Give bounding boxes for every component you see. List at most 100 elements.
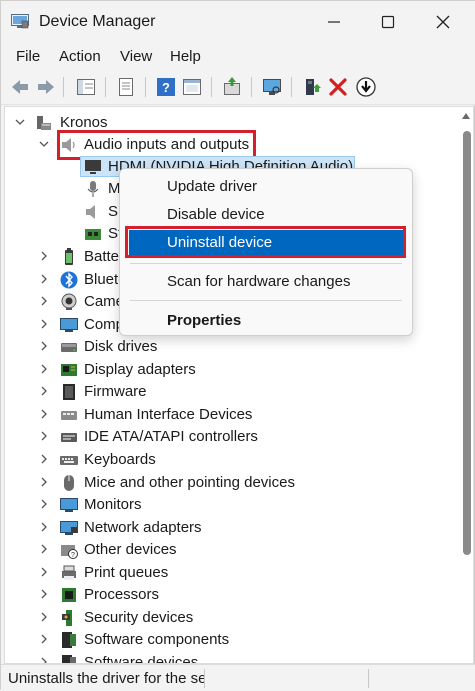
chevron-right-icon[interactable] [38, 453, 50, 465]
menu-properties[interactable]: Properties [120, 308, 412, 334]
menu-file[interactable]: File [16, 48, 40, 65]
chevron-down-icon[interactable] [38, 138, 50, 150]
tree-category-row[interactable]: Software components [5, 629, 453, 651]
mouse-icon [64, 474, 74, 491]
display-adapter-icon [61, 363, 77, 376]
device-manager-icon [11, 14, 29, 29]
download-arrow-icon[interactable] [355, 76, 377, 98]
menu-update-driver[interactable]: Update driver [120, 174, 412, 200]
menu-disable-device[interactable]: Disable device [120, 202, 412, 228]
category-label: Comp [84, 315, 125, 333]
back-arrow-icon[interactable] [9, 76, 31, 98]
chevron-right-icon[interactable] [38, 498, 50, 510]
svg-text:?: ? [71, 552, 75, 559]
tree-root-label: Kronos [60, 114, 108, 131]
monitor-icon [85, 160, 101, 174]
firmware-icon [63, 384, 75, 401]
chevron-right-icon[interactable] [38, 521, 50, 533]
tree-category-row[interactable]: Software devices [5, 652, 453, 664]
chevron-right-icon[interactable] [38, 318, 50, 330]
menu-view[interactable]: View [120, 48, 152, 65]
ide-controller-icon [61, 433, 77, 443]
chevron-right-icon[interactable] [38, 633, 50, 645]
chevron-right-icon[interactable] [38, 656, 50, 664]
menu-item-label: Scan for hardware changes [167, 273, 351, 290]
vertical-scrollbar[interactable] [458, 107, 473, 663]
status-divider [204, 669, 205, 688]
category-label: Firmware [84, 383, 147, 401]
battery-icon [65, 248, 73, 265]
forward-arrow-icon[interactable] [35, 76, 57, 98]
chevron-right-icon[interactable] [38, 543, 50, 555]
category-label: Print queues [84, 563, 169, 581]
show-hide-console-tree-icon[interactable] [75, 76, 97, 98]
unknown-device-icon: ? [61, 545, 78, 560]
close-button[interactable] [428, 9, 458, 35]
minimize-button[interactable] [319, 9, 349, 35]
category-label: IDE ATA/ATAPI controllers [84, 428, 258, 446]
title-bar[interactable]: Device Manager [1, 1, 475, 43]
scroll-up-icon[interactable] [462, 113, 470, 119]
tree-category-row[interactable]: ? Other devices [5, 539, 453, 561]
menu-item-label: Properties [167, 312, 242, 329]
chevron-right-icon[interactable] [38, 408, 50, 420]
tree-category-row[interactable]: IDE ATA/ATAPI controllers [5, 426, 453, 448]
speaker-icon [86, 205, 95, 219]
keyboard-icon [60, 455, 78, 465]
category-label: Processors [84, 586, 160, 604]
chevron-right-icon[interactable] [38, 295, 50, 307]
tree-category-row[interactable]: Processors [5, 584, 453, 606]
tree-category-row[interactable]: Print queues [5, 562, 453, 584]
circuit-board-icon [85, 229, 101, 240]
status-divider [368, 669, 369, 688]
svg-text:?: ? [162, 80, 170, 95]
tree-category-row[interactable]: Disk drives [5, 336, 453, 358]
category-label: Network adapters [84, 518, 202, 536]
add-driver-icon[interactable] [301, 76, 323, 98]
chevron-right-icon[interactable] [38, 566, 50, 578]
chevron-right-icon[interactable] [38, 430, 50, 442]
category-label: Came [84, 293, 125, 311]
uninstall-x-icon[interactable] [327, 76, 349, 98]
category-label: Human Interface Devices [84, 405, 253, 423]
chevron-right-icon[interactable] [38, 611, 50, 623]
show-hidden-icon[interactable] [181, 76, 203, 98]
tree-category-row[interactable]: Human Interface Devices [5, 404, 453, 426]
chevron-right-icon[interactable] [38, 340, 50, 352]
chevron-down-icon[interactable] [14, 116, 26, 128]
tree-category-row[interactable]: Firmware [5, 381, 453, 403]
properties-icon[interactable] [115, 76, 137, 98]
toolbar-separator [211, 77, 212, 97]
tree-category-row[interactable]: Keyboards [5, 449, 453, 471]
tree-category-row[interactable]: Monitors [5, 494, 453, 516]
chevron-right-icon[interactable] [38, 273, 50, 285]
scrollbar-thumb[interactable] [463, 131, 471, 555]
chevron-right-icon[interactable] [38, 250, 50, 262]
network-adapter-icon [60, 520, 78, 535]
chevron-right-icon[interactable] [38, 588, 50, 600]
tree-category-row[interactable]: Display adapters [5, 359, 453, 381]
update-driver-icon[interactable] [221, 76, 243, 98]
scan-hardware-icon[interactable] [261, 76, 283, 98]
menu-action[interactable]: Action [59, 48, 101, 65]
category-label: Display adapters [84, 360, 196, 378]
tree-category-row[interactable]: Network adapters [5, 517, 453, 539]
chevron-right-icon[interactable] [38, 476, 50, 488]
help-icon[interactable]: ? [155, 76, 177, 98]
category-label: Batte [84, 248, 120, 265]
chevron-right-icon[interactable] [38, 363, 50, 375]
menu-help[interactable]: Help [170, 48, 201, 65]
software-component-icon [62, 632, 76, 649]
device-manager-window: Device Manager File Action View Help ? K… [0, 0, 475, 691]
menu-scan-hardware[interactable]: Scan for hardware changes [120, 269, 412, 295]
category-label: Software devices [84, 653, 199, 664]
tree-category-row[interactable]: Mice and other pointing devices [5, 472, 453, 494]
category-label: Software components [84, 631, 230, 649]
chevron-right-icon[interactable] [38, 385, 50, 397]
menu-item-label: Update driver [167, 178, 258, 195]
category-label: Monitors [84, 496, 142, 514]
tree-category-row[interactable]: Security devices [5, 607, 453, 629]
printer-icon [62, 565, 76, 580]
maximize-button[interactable] [373, 9, 403, 35]
toolbar-separator [145, 77, 146, 97]
